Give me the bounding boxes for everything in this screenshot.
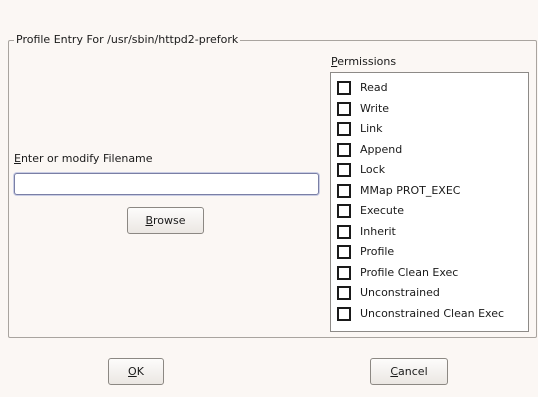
filename-label-rest: nter or modify Filename	[20, 152, 153, 165]
ok-button[interactable]: OK	[108, 358, 164, 385]
permission-append[interactable]: Append	[331, 140, 528, 161]
permissions-list: Read Write Link Append Lock MMap PROT_EX…	[330, 72, 529, 332]
cancel-button[interactable]: Cancel	[370, 358, 448, 385]
permission-execute[interactable]: Execute	[331, 201, 528, 222]
permissions-label-rest: ermissions	[337, 55, 397, 68]
permission-label: Link	[360, 122, 383, 136]
permission-label: Profile Clean Exec	[360, 265, 459, 279]
filename-label-mnemonic: E	[14, 152, 21, 165]
profile-checkbox[interactable]	[337, 245, 351, 260]
permission-label: Append	[360, 142, 403, 156]
write-checkbox[interactable]	[337, 101, 351, 116]
permission-label: MMap PROT_EXEC	[360, 183, 461, 197]
permission-label: Profile	[360, 245, 395, 259]
permission-unconstrained-clean-exec[interactable]: Unconstrained Clean Exec	[331, 304, 528, 325]
browse-mnemonic: B	[145, 214, 154, 227]
permission-link[interactable]: Link	[331, 119, 528, 140]
permission-read[interactable]: Read	[331, 78, 528, 99]
mmap-prot-exec-checkbox[interactable]	[337, 183, 351, 198]
permission-lock[interactable]: Lock	[331, 160, 528, 181]
permission-label: Unconstrained Clean Exec	[360, 306, 505, 320]
permission-profile-clean-exec[interactable]: Profile Clean Exec	[331, 263, 528, 284]
unconstrained-checkbox[interactable]	[337, 286, 351, 301]
permission-mmap-prot-exec[interactable]: MMap PROT_EXEC	[331, 181, 528, 202]
lock-checkbox[interactable]	[337, 163, 351, 178]
permission-label: Inherit	[360, 224, 396, 238]
browse-button[interactable]: Browse	[127, 207, 204, 234]
permission-label: Unconstrained	[360, 286, 440, 300]
execute-checkbox[interactable]	[337, 204, 351, 219]
inherit-checkbox[interactable]	[337, 224, 351, 239]
permission-label: Execute	[360, 204, 404, 218]
permission-label: Lock	[360, 163, 386, 177]
browse-rest: rowse	[153, 214, 186, 227]
permission-write[interactable]: Write	[331, 99, 528, 120]
read-checkbox[interactable]	[337, 81, 351, 96]
cancel-mnemonic: C	[390, 365, 399, 378]
filename-input[interactable]	[14, 173, 319, 195]
permission-inherit[interactable]: Inherit	[331, 222, 528, 243]
link-checkbox[interactable]	[337, 122, 351, 137]
profile-entry-dialog: Profile Entry For /usr/sbin/httpd2-prefo…	[0, 0, 538, 397]
permissions-label: Permissions	[331, 55, 396, 69]
permission-unconstrained[interactable]: Unconstrained	[331, 283, 528, 304]
unconstrained-clean-exec-checkbox[interactable]	[337, 306, 351, 321]
permission-profile[interactable]: Profile	[331, 242, 528, 263]
ok-mnemonic: O	[128, 365, 137, 378]
profile-clean-exec-checkbox[interactable]	[337, 265, 351, 280]
append-checkbox[interactable]	[337, 142, 351, 157]
frame-title: Profile Entry For /usr/sbin/httpd2-prefo…	[14, 33, 241, 47]
permission-label: Read	[360, 81, 388, 95]
permission-label: Write	[360, 101, 390, 115]
filename-label: Enter or modify Filename	[14, 152, 153, 166]
ok-rest: K	[136, 365, 144, 378]
cancel-rest: ancel	[398, 365, 428, 378]
